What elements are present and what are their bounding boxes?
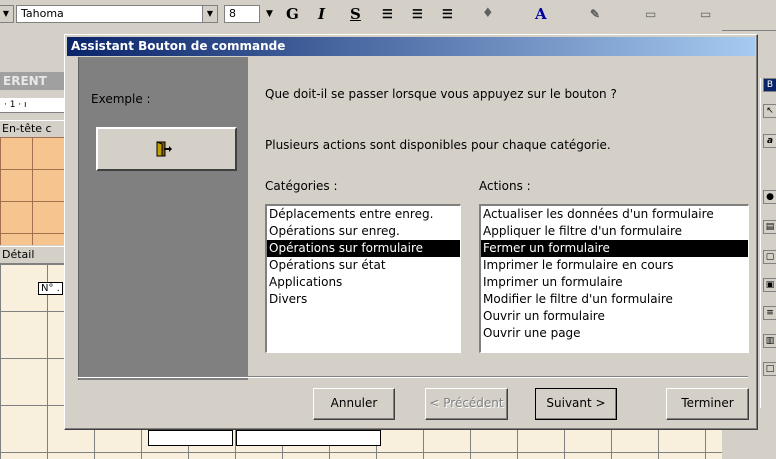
example-label: Exemple : (91, 92, 151, 106)
select-pointer-icon[interactable]: ↖ (763, 104, 776, 118)
next-button[interactable]: Suivant > (535, 388, 617, 420)
example-panel: Exemple : (78, 57, 248, 380)
align-right-icon[interactable]: ☰ (442, 6, 453, 22)
categories-listbox[interactable]: Déplacements entre enreg. Opérations sur … (265, 204, 461, 353)
info-text: Plusieurs actions sont disponibles pour … (265, 138, 611, 152)
preview-button (96, 127, 237, 171)
font-color-button[interactable]: A (535, 6, 547, 22)
field-control[interactable] (148, 430, 233, 446)
chevron-down-icon[interactable]: ▼ (266, 6, 273, 22)
bold-button[interactable]: G (286, 6, 299, 22)
italic-button[interactable]: I (318, 6, 325, 22)
category-item[interactable]: Opérations sur formulaire (267, 240, 460, 257)
category-item[interactable]: Divers (267, 291, 460, 308)
chevron-down-icon: ▼ (202, 6, 217, 22)
special-effect-icon[interactable]: ▭ (700, 6, 711, 22)
finish-button[interactable]: Terminer (666, 388, 749, 420)
list-box-icon[interactable]: ▢ (763, 250, 776, 264)
header-grid (0, 137, 65, 245)
cancel-button[interactable]: Annuler (313, 388, 395, 420)
action-item[interactable]: Fermer un formulaire (481, 240, 748, 257)
exit-door-icon (156, 141, 172, 157)
field-control[interactable] (236, 430, 381, 446)
category-item[interactable]: Opérations sur enreg. (267, 223, 460, 240)
border-width-icon[interactable]: ▭ (645, 6, 656, 22)
align-center-icon[interactable]: ☰ (412, 6, 423, 22)
chevron-down-icon: ▼ (0, 6, 13, 22)
toolbox-panel: B ↖ a ● ▤ ▢ ▣ ≡ ▥ □ (760, 78, 776, 408)
option-button-icon[interactable]: ● (763, 190, 776, 204)
page-break-icon[interactable]: ▥ (763, 334, 776, 348)
form-window-title: ERENT (0, 72, 73, 90)
category-item[interactable]: Opérations sur état (267, 257, 460, 274)
action-item[interactable]: Ouvrir un formulaire (481, 308, 748, 325)
dialog-separator (78, 376, 748, 378)
field-label[interactable]: N° . (38, 282, 63, 295)
action-item[interactable]: Imprimer un formulaire (481, 274, 748, 291)
object-combo[interactable]: ▼ (0, 5, 14, 23)
question-text: Que doit-il se passer lorsque vous appuy… (265, 87, 617, 101)
underline-button[interactable]: S (350, 6, 361, 22)
category-item[interactable]: Déplacements entre enreg. (267, 206, 460, 223)
combo-box-icon[interactable]: ▤ (763, 220, 776, 234)
action-item[interactable]: Ouvrir une page (481, 325, 748, 342)
action-item[interactable]: Imprimer le formulaire en cours (481, 257, 748, 274)
formatting-toolbar: ▼ Tahoma ▼ 8 ▼ G I S ☰ ☰ ☰ ♦ A ✎ ▭ ▭ (0, 0, 776, 31)
font-size-value: 8 (229, 7, 236, 20)
font-size-combo[interactable]: 8 (224, 5, 260, 23)
actions-listbox[interactable]: Actualiser les données d'un formulaire Ap… (479, 204, 749, 353)
line-color-icon[interactable]: ✎ (590, 6, 600, 22)
command-button-wizard: Assistant Bouton de commande Exemple : Q… (64, 34, 758, 430)
fill-color-icon[interactable]: ♦ (482, 6, 494, 22)
align-left-icon[interactable]: ☰ (382, 6, 393, 22)
toolbox-title: B (763, 78, 776, 92)
categories-label: Catégories : (265, 179, 338, 193)
dialog-title: Assistant Bouton de commande (67, 37, 755, 56)
horizontal-ruler: · 1 · ı (0, 98, 74, 113)
action-item[interactable]: Actualiser les données d'un formulaire (481, 206, 748, 223)
category-item[interactable]: Applications (267, 274, 460, 291)
rectangle-tool-icon[interactable]: □ (763, 362, 776, 376)
image-tool-icon[interactable]: ▣ (763, 278, 776, 292)
font-name-combo[interactable]: Tahoma ▼ (16, 5, 218, 23)
actions-label: Actions : (479, 179, 531, 193)
action-item[interactable]: Appliquer le filtre d'un formulaire (481, 223, 748, 240)
font-name-value: Tahoma (21, 7, 64, 20)
action-item[interactable]: Modifier le filtre d'un formulaire (481, 291, 748, 308)
detail-section-bar[interactable]: Détail (0, 246, 72, 264)
subform-icon[interactable]: ≡ (763, 306, 776, 320)
previous-button[interactable]: < Précédent (425, 388, 508, 420)
label-tool-icon[interactable]: a (763, 134, 776, 148)
header-section-bar[interactable]: En-tête c (0, 120, 72, 138)
